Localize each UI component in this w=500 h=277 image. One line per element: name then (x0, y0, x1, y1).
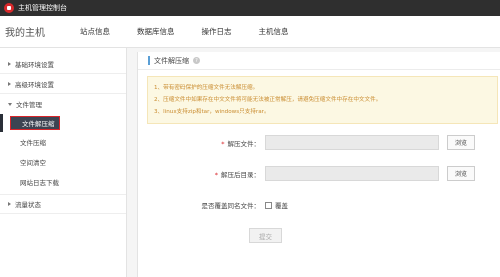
overwrite-checkbox[interactable] (265, 201, 272, 209)
huawei-logo-icon (4, 3, 14, 13)
caret-down-icon (8, 102, 12, 106)
sidebar-item-clear-space[interactable]: 空间清空 (0, 152, 126, 172)
caret-right-icon (8, 61, 11, 66)
panel-header: 文件解压缩 ? (138, 52, 500, 70)
sidebar-item-compress[interactable]: 文件压缩 (0, 132, 126, 152)
sidebar-group-file-management[interactable]: 文件管理 (0, 94, 126, 114)
target-dir-input[interactable] (265, 166, 439, 181)
browse-file-button[interactable]: 浏览 (447, 135, 475, 150)
main-panel: 文件解压缩 ? 1、带有密码保护的压缩文件无法解压缩。 2、压缩文件中如果存在中… (137, 52, 500, 277)
app-title: 主机管理控制台 (18, 4, 67, 12)
overwrite-label: 是否覆盖同名文件： (201, 202, 261, 210)
target-row: * 解压后目录： 浏览 (138, 166, 500, 181)
brand-title[interactable]: 我的主机 (0, 24, 80, 39)
active-indicator (0, 114, 3, 132)
sidebar-item-decompress[interactable]: 文件解压缩 (10, 116, 60, 130)
header-accent-bar (148, 56, 150, 65)
overwrite-option-label: 覆盖 (275, 202, 288, 210)
sidebar-group-advanced-env[interactable]: 高级环境设置 (0, 74, 126, 94)
sidebar-group-basic-env[interactable]: 基础环境设置 (0, 54, 126, 74)
file-label: * 解压文件： (221, 139, 260, 148)
file-row: * 解压文件： 浏览 (138, 135, 500, 150)
nav-site-info[interactable]: 站点信息 (80, 26, 110, 37)
browse-dir-button[interactable]: 浏览 (447, 166, 475, 181)
submit-button[interactable]: 提交 (249, 228, 282, 243)
sidebar: 基础环境设置 高级环境设置 文件管理 文件解压缩 文件压缩 空间清空 网站日志下… (0, 48, 127, 277)
top-nav: 我的主机 站点信息 数据库信息 操作日志 主机信息 (0, 16, 500, 48)
page-title: 文件解压缩 (154, 56, 189, 65)
sidebar-item-decompress-row: 文件解压缩 (0, 114, 126, 132)
notice-line: 1、带有密码保护的压缩文件无法解压缩。 (154, 85, 259, 91)
nav-host-info[interactable]: 主机信息 (259, 26, 289, 37)
title-bar: 主机管理控制台 (0, 0, 500, 16)
nav-database-info[interactable]: 数据库信息 (137, 26, 175, 37)
nav-operation-log[interactable]: 操作日志 (202, 26, 232, 37)
caret-right-icon (8, 202, 11, 206)
notice-line: 3、linux支持zip和tar，windows只支持rar。 (154, 109, 270, 115)
help-icon[interactable]: ? (193, 57, 200, 64)
sidebar-group-traffic-status[interactable]: 流量状态 (0, 194, 126, 214)
caret-right-icon (8, 81, 11, 86)
notice-line: 2、压缩文件中如果存在中文文件将可能无法被正常解压，请避免压缩文件中存在中文文件… (154, 97, 382, 103)
overwrite-row: 是否覆盖同名文件： 覆盖 (138, 200, 500, 210)
sidebar-item-log-download[interactable]: 网站日志下载 (0, 172, 126, 192)
notice-box: 1、带有密码保护的压缩文件无法解压缩。 2、压缩文件中如果存在中文文件将可能无法… (147, 76, 498, 124)
target-label: * 解压后目录： (214, 170, 260, 179)
file-input[interactable] (265, 135, 439, 150)
